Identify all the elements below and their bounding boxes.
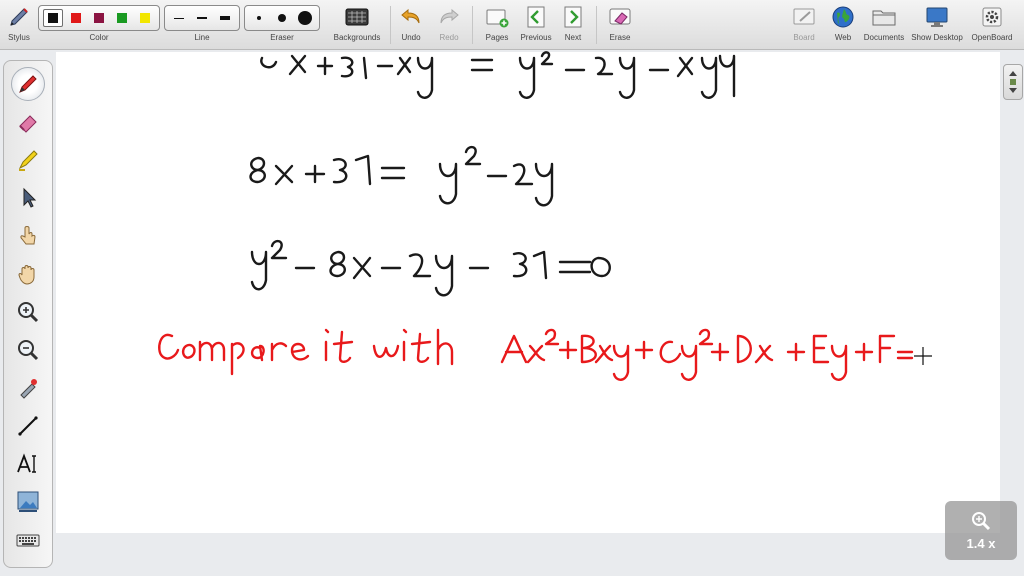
pen-tool-button[interactable]	[11, 67, 45, 101]
virtual-keyboard-button[interactable]	[11, 523, 45, 557]
selector-tool-button[interactable]	[11, 181, 45, 215]
crosshair-cursor-icon	[914, 347, 932, 365]
red-ink-comparison	[158, 328, 914, 381]
eraser-icon	[19, 115, 37, 133]
highlighter-icon	[18, 150, 38, 171]
laser-pointer-icon	[20, 379, 37, 399]
line-tool-button[interactable]	[11, 409, 45, 443]
keyboard-icon	[16, 534, 40, 547]
collapse-arrows-icon	[1009, 71, 1017, 93]
zoom-in-icon	[18, 302, 39, 323]
text-icon	[17, 453, 36, 473]
capture-tool-button[interactable]	[11, 485, 45, 519]
hand-pointer-icon	[20, 226, 36, 245]
laser-pointer-tool-button[interactable]	[11, 371, 45, 405]
capture-icon	[17, 491, 39, 512]
zoom-magnifier-icon	[972, 512, 991, 531]
black-ink-equations	[249, 51, 736, 297]
zoom-out-icon	[18, 340, 39, 361]
line-icon	[18, 416, 38, 436]
text-tool-button[interactable]	[11, 447, 45, 481]
handwriting-strokes	[158, 51, 932, 381]
zoom-indicator[interactable]: 1.4 x	[945, 501, 1017, 560]
pointer-icon	[23, 187, 37, 208]
pen-icon	[19, 75, 37, 93]
hand-pan-icon	[18, 265, 35, 285]
page-thumbnails-handle[interactable]	[1003, 64, 1023, 100]
tool-palette	[3, 60, 53, 568]
zoom-in-tool-button[interactable]	[11, 295, 45, 329]
zoom-out-tool-button[interactable]	[11, 333, 45, 367]
hand-tool-button[interactable]	[11, 257, 45, 291]
eraser-tool-button[interactable]	[11, 105, 45, 139]
highlighter-tool-button[interactable]	[11, 143, 45, 177]
interact-tool-button[interactable]	[11, 219, 45, 253]
zoom-level-text: 1.4 x	[966, 536, 996, 551]
